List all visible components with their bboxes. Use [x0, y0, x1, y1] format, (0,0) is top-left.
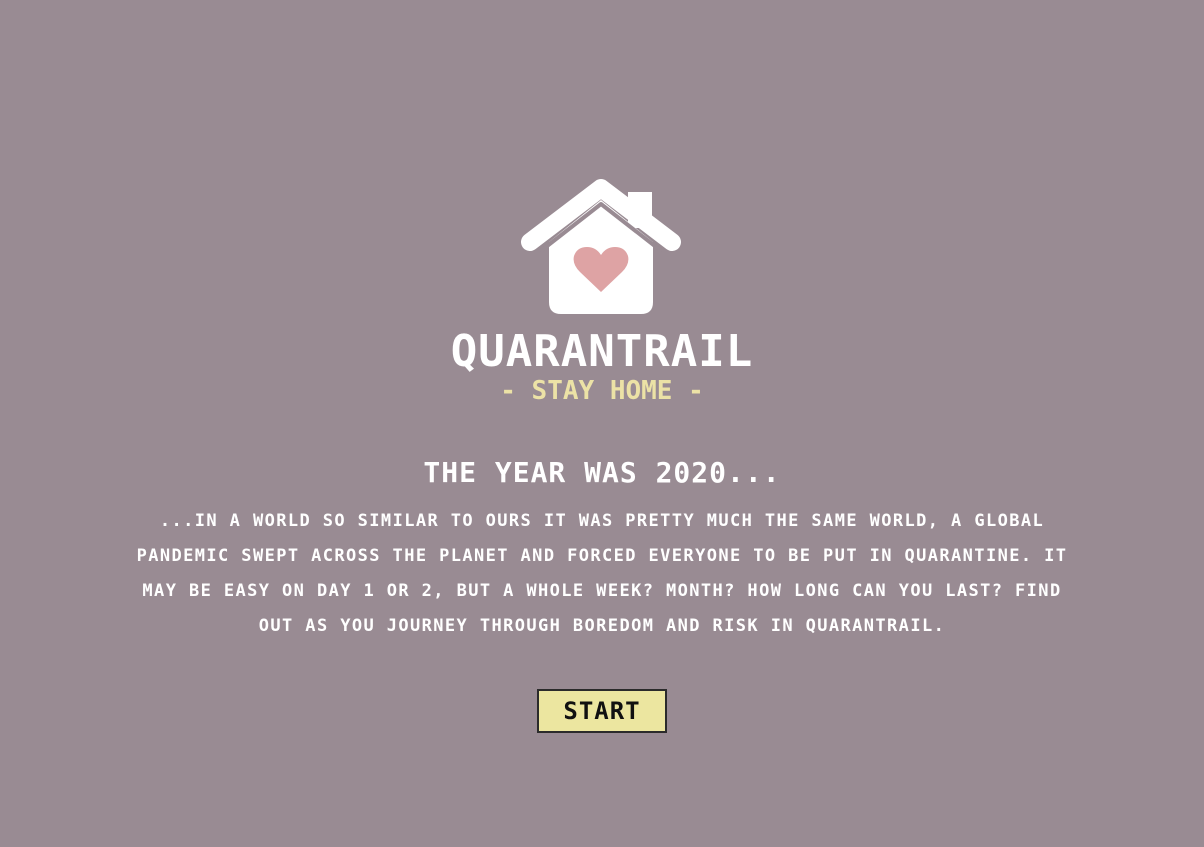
intro-story: ...IN A WORLD SO SIMILAR TO OURS IT WAS …	[136, 511, 1068, 636]
house-heart-icon	[521, 179, 681, 314]
intro-heading: THE YEAR WAS 2020...	[423, 456, 781, 489]
game-title: QUARANTRAIL	[450, 326, 754, 377]
game-subtitle: - STAY HOME -	[500, 376, 704, 406]
start-screen: QUARANTRAIL - STAY HOME - THE YEAR WAS 2…	[0, 0, 1204, 847]
start-button[interactable]: START	[537, 689, 667, 733]
